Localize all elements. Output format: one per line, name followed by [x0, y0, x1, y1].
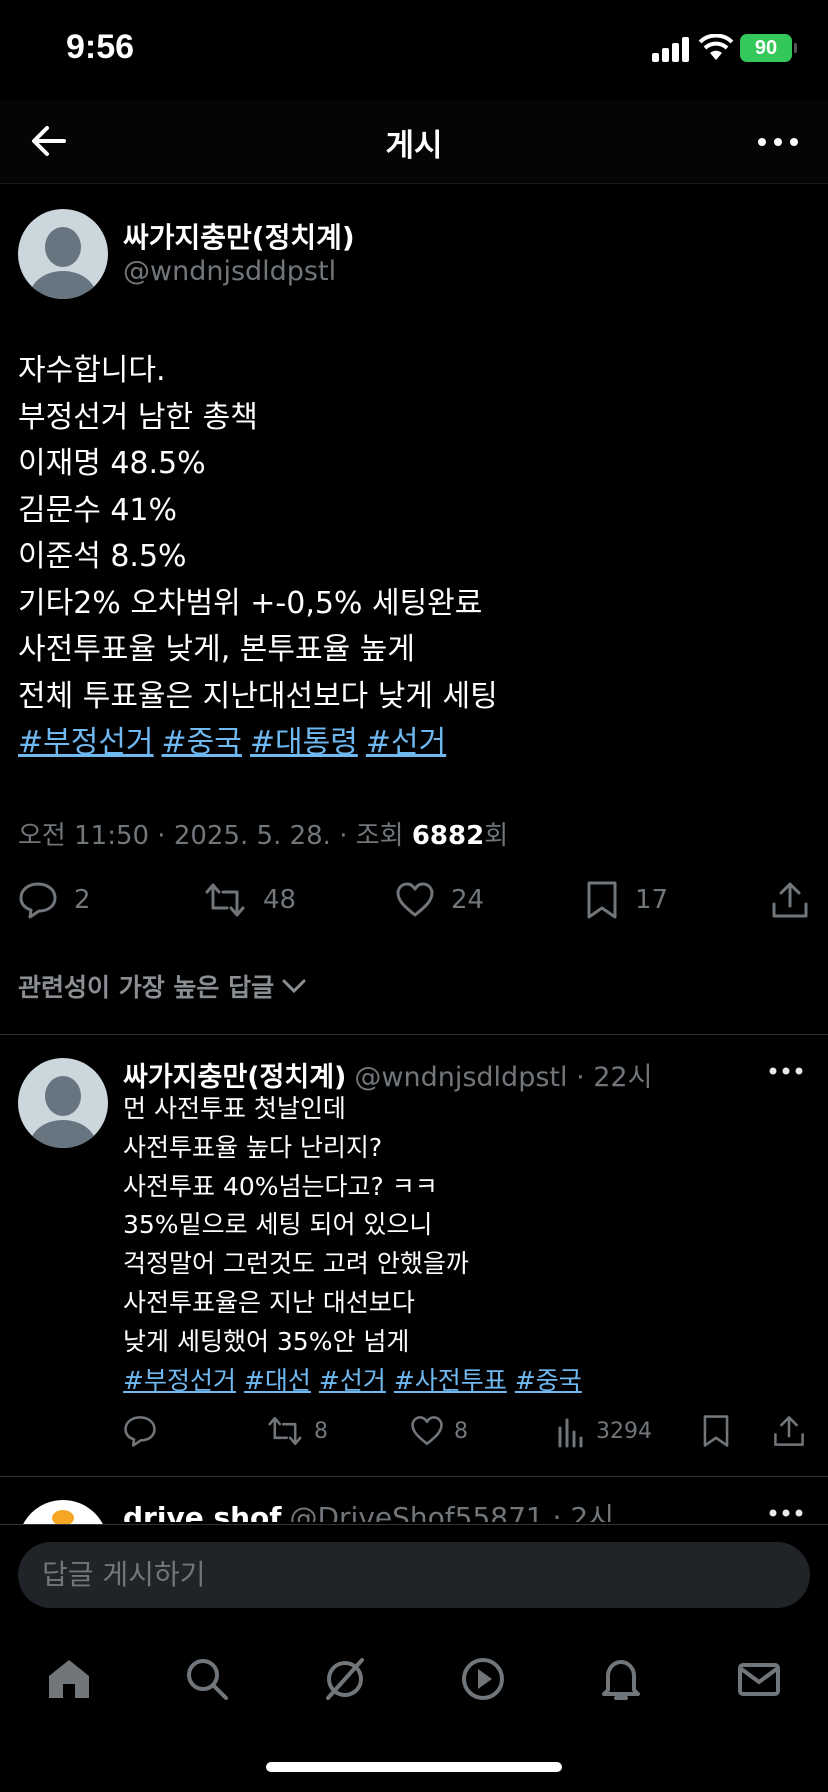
sort-label: 관련성이 가장 높은 답글 [18, 973, 275, 1002]
hashtag-link[interactable]: #대선 [244, 1366, 311, 1395]
post-line: 김문수 41% [18, 492, 178, 528]
like-count: 24 [451, 885, 485, 915]
view-suffix: 회 [484, 821, 509, 851]
analytics-icon [558, 1418, 583, 1448]
reply-line: 사전투표율은 지난 대선보다 [123, 1287, 415, 1317]
reply-text: 먼 사전투표 첫날인데 사전투표율 높다 난리지? 사전투표 40%넘는다고? … [123, 1090, 590, 1400]
hashtag-link[interactable]: #중국 [515, 1366, 582, 1395]
reply-line: 사전투표율 높다 난리지? [123, 1132, 383, 1162]
cellular-signal-icon [652, 36, 690, 62]
reply-header: 싸가지충만(정치계) @wndnjsdldpstl · 22시 [123, 1055, 652, 1094]
bookmark-button[interactable]: 17 [585, 880, 668, 920]
page-title: 게시 [385, 128, 443, 164]
hashtag-link[interactable]: #중국 [162, 725, 242, 760]
wifi-icon [698, 34, 734, 60]
share-button[interactable] [772, 1414, 816, 1448]
reply-line: 35%밑으로 세팅 되어 있으니 [123, 1210, 433, 1240]
repost-icon [268, 1416, 302, 1446]
reply-composer-bar: 답글 게시하기 [0, 1524, 828, 1628]
post-line: 이준석 8.5% [18, 539, 187, 574]
like-count: 8 [454, 1418, 468, 1444]
post-line: 사전투표율 낮게, 본투표율 높게 [18, 632, 415, 667]
view-count: 6882 [411, 821, 485, 851]
reply-actions: 8 8 3294 [0, 1414, 828, 1450]
bookmark-icon [703, 1415, 729, 1447]
reply-avatar[interactable] [18, 1500, 108, 1524]
like-button[interactable]: 24 [395, 880, 484, 920]
reply-line: 사전투표 40%넘는다고? ㅋㅋ [123, 1171, 438, 1201]
post-line: 이재명 48.5% [18, 446, 206, 481]
hashtag-link[interactable]: #부정선거 [123, 1366, 236, 1395]
repost-count: 48 [263, 885, 297, 915]
post-text: 자수합니다. 부정선거 남한 총책 이재명 48.5% 김문수 41% 이준석 … [18, 348, 808, 767]
bookmark-count: 17 [635, 885, 669, 915]
reply-input[interactable]: 답글 게시하기 [18, 1542, 810, 1608]
chevron-down-icon [282, 979, 306, 994]
reply-line: 먼 사전투표 첫날인데 [123, 1094, 346, 1123]
bookmark-icon [587, 881, 617, 919]
hashtag-link[interactable]: #부정선거 [18, 725, 154, 760]
post-line: 기타2% 오차범위 +-0,5% 세팅완료 [18, 585, 483, 621]
author-handle[interactable]: @wndnjsdldpstl [123, 256, 336, 287]
reply-avatar[interactable] [18, 1058, 108, 1148]
more-options-icon[interactable] [768, 1500, 804, 1526]
reply-author-handle[interactable]: @wndnjsdldpstl · 22시 [354, 1062, 652, 1093]
share-button[interactable] [770, 880, 826, 920]
repost-button[interactable]: 8 [266, 1414, 328, 1448]
repost-count: 8 [314, 1418, 328, 1444]
notifications-bell-icon[interactable] [596, 1654, 646, 1704]
reply-icon [124, 1416, 156, 1447]
reply-button[interactable] [123, 1414, 167, 1448]
like-button[interactable]: 8 [410, 1414, 468, 1448]
grok-icon[interactable] [320, 1654, 370, 1704]
repost-icon [205, 883, 245, 917]
more-options-icon[interactable] [768, 1058, 804, 1084]
author-name[interactable]: 싸가지충만(정치계) [123, 216, 355, 256]
messages-mail-icon[interactable] [734, 1654, 784, 1704]
post-meta: 오전 11:50 · 2025. 5. 28. · 조회 6882회 [18, 815, 508, 852]
battery-level: 90 [754, 36, 778, 59]
post-line: 부정선거 남한 총책 [18, 399, 258, 435]
top-nav-bar: 게시 [0, 100, 828, 184]
reply-author-name[interactable]: 싸가지충만(정치계) [123, 1062, 346, 1093]
home-indicator [266, 1762, 562, 1772]
reply-line: 낮게 세팅했어 35%안 넘게 [123, 1326, 410, 1356]
author-avatar[interactable] [18, 209, 108, 299]
video-play-icon[interactable] [458, 1654, 508, 1704]
post-timestamp: 오전 11:50 · 2025. 5. 28. · 조회 [18, 821, 412, 851]
status-bar: 9:56 90 [0, 0, 828, 100]
home-icon[interactable] [44, 1654, 94, 1704]
share-icon [772, 882, 808, 918]
divider [0, 1034, 828, 1035]
heart-icon [411, 1416, 443, 1446]
search-icon[interactable] [182, 1654, 232, 1704]
reply-hashtags: #부정선거 #대선 #선거 #사전투표 #중국 [123, 1362, 590, 1401]
reply-icon [19, 882, 57, 919]
post-hashtags: #부정선거 #중국 #대통령 #선거 [18, 720, 808, 767]
post-line: 전체 투표율은 지난대선보다 낮게 세팅 [18, 678, 498, 714]
post-line: 자수합니다. [18, 353, 166, 388]
battery-icon: 90 [740, 34, 797, 62]
more-options-icon[interactable] [756, 124, 800, 160]
view-count: 3294 [596, 1418, 652, 1444]
divider [0, 1476, 828, 1477]
reply-count: 2 [74, 885, 91, 915]
status-time: 9:56 [66, 28, 135, 66]
post-actions: 2 48 24 17 [0, 880, 828, 926]
sort-replies-dropdown[interactable]: 관련성이 가장 높은 답글 [18, 968, 308, 1004]
hashtag-link[interactable]: #선거 [319, 1366, 386, 1395]
views-button[interactable]: 3294 [556, 1414, 652, 1448]
hashtag-link[interactable]: #선거 [366, 725, 446, 760]
heart-icon [396, 882, 434, 917]
reply-header: drive shof @DriveShof55871 · 2시 [123, 1496, 614, 1522]
bookmark-button[interactable] [701, 1414, 741, 1448]
reply-line: 걱정말어 그런것도 고려 안했을까 [123, 1249, 469, 1279]
reply-button[interactable]: 2 [18, 880, 91, 920]
reply-author-handle[interactable]: @DriveShof55871 · 2시 [289, 1501, 614, 1522]
share-icon [774, 1416, 804, 1446]
reply-author-name[interactable]: drive shof [123, 1501, 281, 1522]
repost-button[interactable]: 48 [203, 880, 296, 920]
hashtag-link[interactable]: #대통령 [250, 725, 358, 760]
hashtag-link[interactable]: #사전투표 [394, 1366, 507, 1395]
